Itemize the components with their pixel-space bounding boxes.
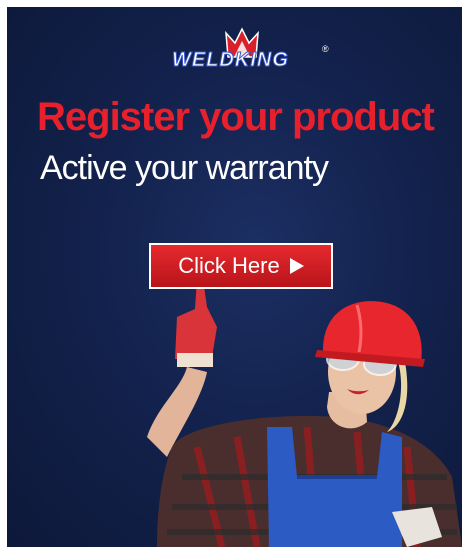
play-arrow-icon — [289, 258, 304, 274]
click-here-label: Click Here — [178, 253, 280, 278]
click-here-button[interactable]: Click Here — [149, 243, 333, 289]
warranty-banner: WELDKING ® Register your product Active … — [7, 7, 462, 547]
